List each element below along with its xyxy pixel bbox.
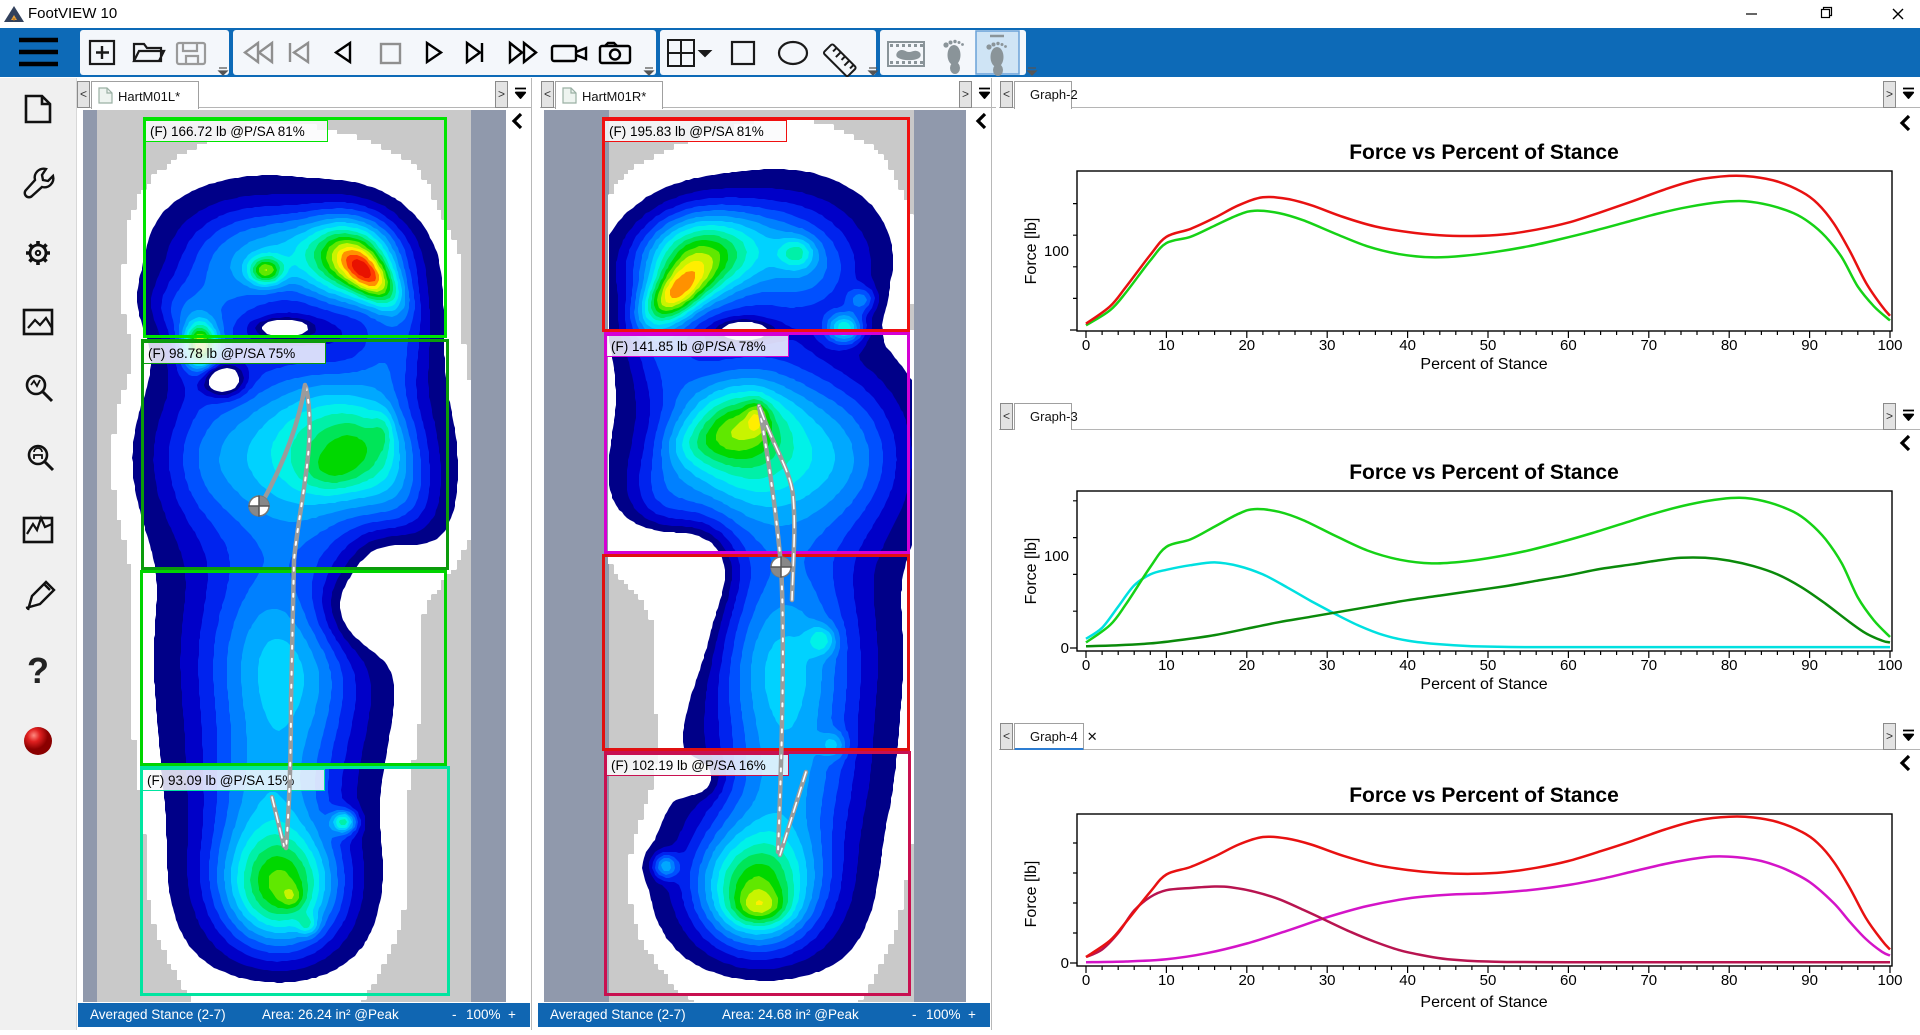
svg-text:Percent of Stance: Percent of Stance [1420,994,1547,1011]
svg-text:0: 0 [1082,337,1090,354]
svg-text:0: 0 [1082,657,1090,674]
svg-text:80: 80 [1721,972,1738,989]
svg-text:30: 30 [1319,657,1336,674]
svg-text:20: 20 [1238,972,1255,989]
svg-text:100: 100 [1044,548,1069,565]
svg-text:Force [lb]: Force [lb] [1023,861,1040,928]
svg-text:40: 40 [1399,657,1416,674]
svg-text:60: 60 [1560,972,1577,989]
svg-text:Percent of Stance: Percent of Stance [1420,356,1547,373]
svg-text:30: 30 [1319,972,1336,989]
svg-text:100: 100 [1877,657,1902,674]
svg-text:90: 90 [1801,657,1818,674]
svg-text:Force [lb]: Force [lb] [1023,538,1040,605]
svg-text:30: 30 [1319,337,1336,354]
svg-text:10: 10 [1158,337,1175,354]
svg-text:60: 60 [1560,337,1577,354]
svg-text:Force [lb]: Force [lb] [1023,218,1040,285]
svg-text:50: 50 [1480,657,1497,674]
svg-text:90: 90 [1801,337,1818,354]
svg-text:Force vs Percent of Stance: Force vs Percent of Stance [1349,141,1619,164]
svg-text:100: 100 [1044,243,1069,260]
svg-text:50: 50 [1480,337,1497,354]
svg-text:100: 100 [1877,972,1902,989]
svg-text:20: 20 [1238,337,1255,354]
svg-text:50: 50 [1480,972,1497,989]
svg-text:100: 100 [1877,337,1902,354]
svg-text:Percent of Stance: Percent of Stance [1420,676,1547,693]
svg-text:0: 0 [1082,972,1090,989]
svg-text:Force vs Percent of Stance: Force vs Percent of Stance [1349,784,1619,807]
svg-text:70: 70 [1640,657,1657,674]
svg-text:70: 70 [1640,972,1657,989]
svg-text:10: 10 [1158,657,1175,674]
svg-text:40: 40 [1399,972,1416,989]
svg-text:20: 20 [1238,657,1255,674]
svg-text:10: 10 [1158,972,1175,989]
svg-text:Force vs Percent of Stance: Force vs Percent of Stance [1349,461,1619,484]
svg-text:0: 0 [1061,955,1069,972]
svg-text:80: 80 [1721,657,1738,674]
svg-text:0: 0 [1061,640,1069,657]
svg-text:80: 80 [1721,337,1738,354]
svg-text:90: 90 [1801,972,1818,989]
svg-text:60: 60 [1560,657,1577,674]
svg-text:70: 70 [1640,337,1657,354]
svg-text:40: 40 [1399,337,1416,354]
